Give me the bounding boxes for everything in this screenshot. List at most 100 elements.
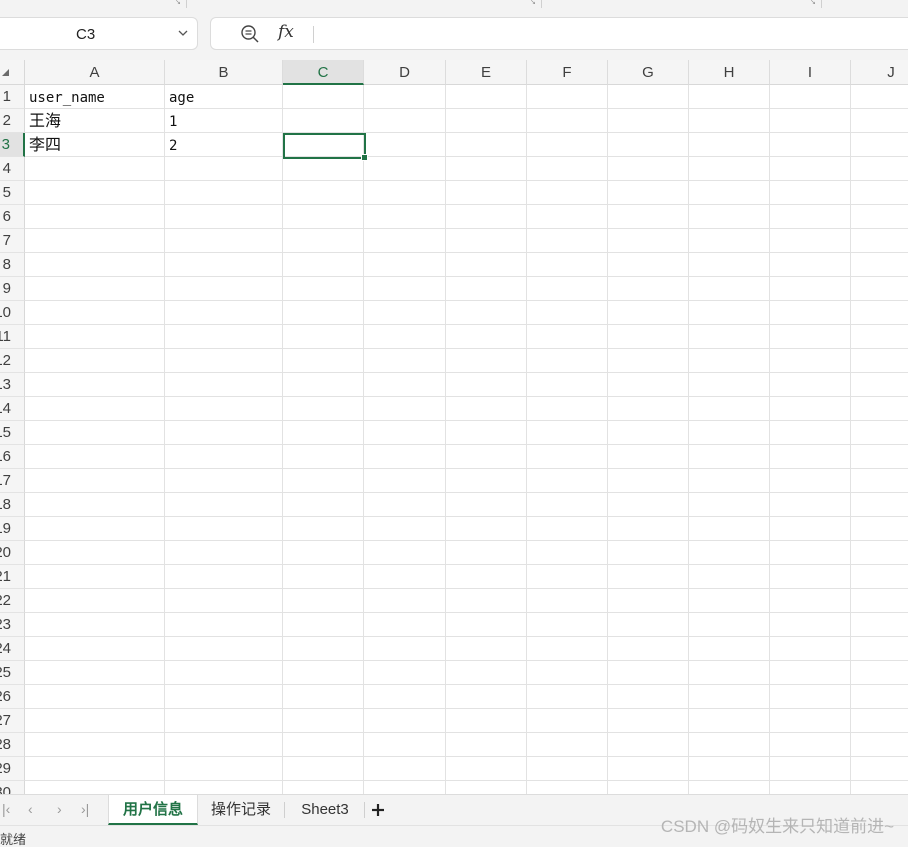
cell-a14[interactable] [25,397,165,421]
cell-d25[interactable] [364,661,446,685]
cell-f29[interactable] [527,757,608,781]
cell-j21[interactable] [851,565,908,589]
cell-g8[interactable] [608,253,689,277]
cell-b22[interactable] [165,589,283,613]
cell-b1[interactable]: age [165,85,283,109]
cell-f2[interactable] [527,109,608,133]
row-header-4[interactable]: 4 [0,157,25,181]
cell-b4[interactable] [165,157,283,181]
row-header-30[interactable]: 30 [0,781,25,794]
name-box[interactable]: C3 [0,17,198,50]
cell-b26[interactable] [165,685,283,709]
cell-g30[interactable] [608,781,689,794]
dialog-launcher-icon[interactable]: ↘ [530,0,538,6]
cell-i7[interactable] [770,229,851,253]
cell-c14[interactable] [283,397,364,421]
cell-d15[interactable] [364,421,446,445]
cell-i13[interactable] [770,373,851,397]
cell-d30[interactable] [364,781,446,794]
row-header-16[interactable]: 16 [0,445,25,469]
cell-c12[interactable] [283,349,364,373]
cell-b24[interactable] [165,637,283,661]
cell-c26[interactable] [283,685,364,709]
cell-h30[interactable] [689,781,770,794]
cell-h15[interactable] [689,421,770,445]
cell-f20[interactable] [527,541,608,565]
cell-i14[interactable] [770,397,851,421]
cell-i11[interactable] [770,325,851,349]
row-header-8[interactable]: 8 [0,253,25,277]
cell-f19[interactable] [527,517,608,541]
cell-i24[interactable] [770,637,851,661]
row-header-21[interactable]: 21 [0,565,25,589]
cell-d2[interactable] [364,109,446,133]
cell-h23[interactable] [689,613,770,637]
cell-c15[interactable] [283,421,364,445]
cell-f9[interactable] [527,277,608,301]
cell-b12[interactable] [165,349,283,373]
cell-c6[interactable] [283,205,364,229]
cell-i30[interactable] [770,781,851,794]
cell-j9[interactable] [851,277,908,301]
cell-a3[interactable]: 李四 [25,133,165,157]
cell-f26[interactable] [527,685,608,709]
cell-j19[interactable] [851,517,908,541]
row-header-2[interactable]: 2 [0,109,25,133]
sheet-tab-active[interactable]: 用户信息 [108,795,198,825]
cell-f24[interactable] [527,637,608,661]
cell-c13[interactable] [283,373,364,397]
cell-c28[interactable] [283,733,364,757]
cell-d17[interactable] [364,469,446,493]
cell-c25[interactable] [283,661,364,685]
cell-h24[interactable] [689,637,770,661]
cell-b16[interactable] [165,445,283,469]
cell-j10[interactable] [851,301,908,325]
cell-e4[interactable] [446,157,527,181]
row-header-1[interactable]: 1 [0,85,25,109]
cell-i8[interactable] [770,253,851,277]
cell-g27[interactable] [608,709,689,733]
cell-e27[interactable] [446,709,527,733]
cell-e7[interactable] [446,229,527,253]
cell-h29[interactable] [689,757,770,781]
cell-e28[interactable] [446,733,527,757]
cell-e18[interactable] [446,493,527,517]
cell-f13[interactable] [527,373,608,397]
cell-i27[interactable] [770,709,851,733]
cell-e21[interactable] [446,565,527,589]
cell-d9[interactable] [364,277,446,301]
cell-a6[interactable] [25,205,165,229]
row-header-28[interactable]: 28 [0,733,25,757]
row-header-15[interactable]: 15 [0,421,25,445]
cell-c3[interactable] [283,133,364,157]
cell-a18[interactable] [25,493,165,517]
row-header-6[interactable]: 6 [0,205,25,229]
cell-a8[interactable] [25,253,165,277]
cell-d28[interactable] [364,733,446,757]
cell-f5[interactable] [527,181,608,205]
cell-g15[interactable] [608,421,689,445]
cell-e16[interactable] [446,445,527,469]
row-header-17[interactable]: 17 [0,469,25,493]
cell-a5[interactable] [25,181,165,205]
cell-i6[interactable] [770,205,851,229]
cell-e17[interactable] [446,469,527,493]
cell-h25[interactable] [689,661,770,685]
cell-g1[interactable] [608,85,689,109]
sheet-tab[interactable]: Sheet3 [288,795,362,825]
cell-b2[interactable]: 1 [165,109,283,133]
row-header-3[interactable]: 3 [0,133,25,157]
cell-f10[interactable] [527,301,608,325]
cell-d11[interactable] [364,325,446,349]
cell-b15[interactable] [165,421,283,445]
cell-g10[interactable] [608,301,689,325]
zoom-icon[interactable] [240,24,260,44]
spreadsheet-grid[interactable]: ABCDEFGHIJ 12345678910111213141516171819… [0,60,908,794]
cell-i19[interactable] [770,517,851,541]
column-header-f[interactable]: F [527,60,608,85]
cell-g6[interactable] [608,205,689,229]
cell-h6[interactable] [689,205,770,229]
cell-d24[interactable] [364,637,446,661]
cell-e15[interactable] [446,421,527,445]
cell-b20[interactable] [165,541,283,565]
